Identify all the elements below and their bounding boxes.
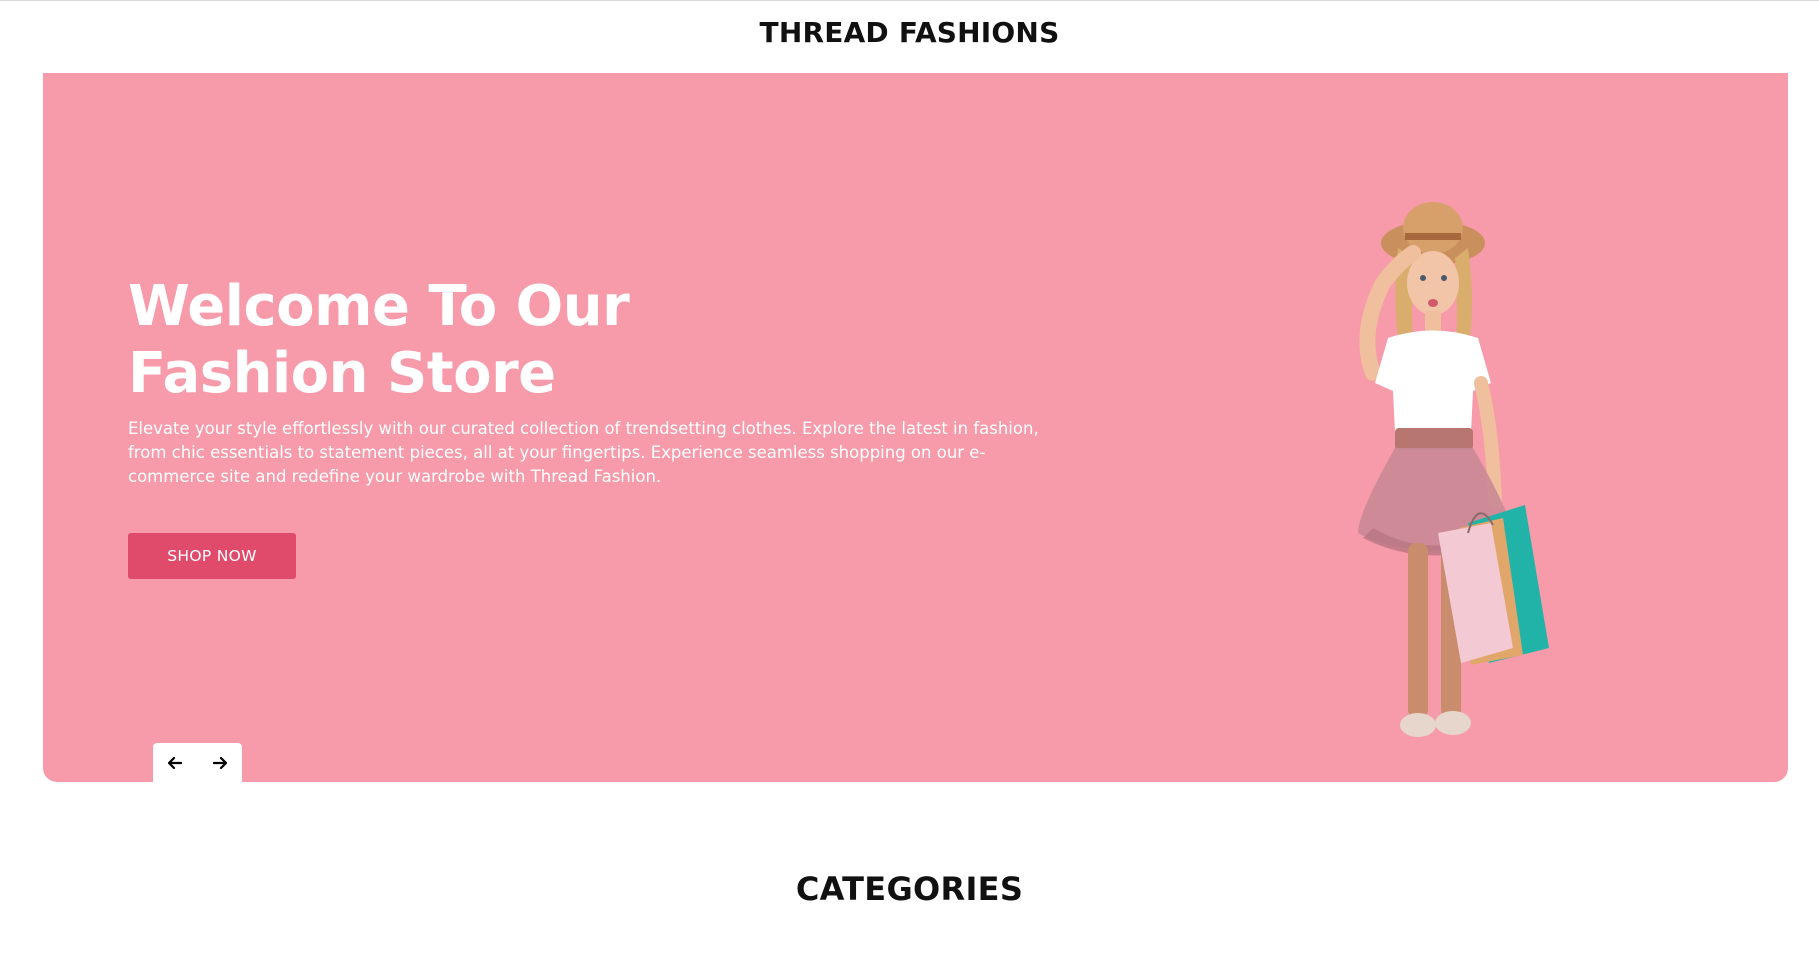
arrow-right-icon: [212, 756, 227, 769]
slider-controls: [153, 743, 242, 782]
arrow-left-icon: [168, 756, 183, 769]
hero-model-image: [1358, 202, 1549, 737]
hero-heading: Welcome To Our Fashion Store: [128, 273, 768, 407]
prev-slide-button[interactable]: [160, 748, 190, 778]
hero-heading-line-1: Welcome To Our: [128, 274, 630, 339]
site-title[interactable]: THREAD FASHIONS: [0, 16, 1819, 49]
categories-heading: CATEGORIES: [795, 870, 1024, 908]
shop-now-button[interactable]: SHOP NOW: [128, 533, 296, 579]
hero-banner: Welcome To Our Fashion Store Elevate you…: [43, 73, 1788, 782]
next-slide-button[interactable]: [205, 748, 235, 778]
hero-heading-line-2: Fashion Store: [128, 341, 556, 406]
top-divider: [0, 0, 1819, 1]
hero-description: Elevate your style effortlessly with our…: [128, 419, 1039, 486]
